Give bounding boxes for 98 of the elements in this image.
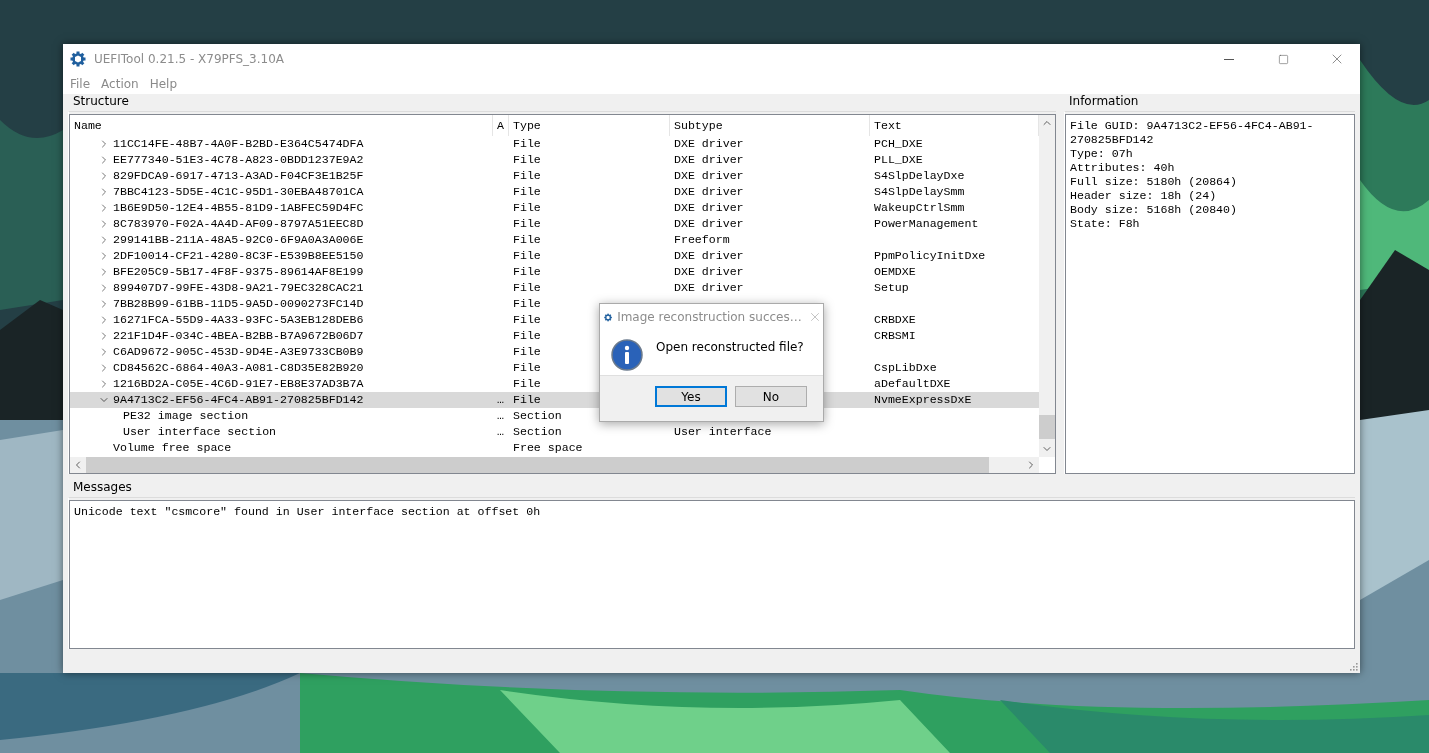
- tree-item-name: 1B6E9D50-12E4-4B55-81D9-1ABFEC59D4FC: [113, 200, 364, 216]
- tree-item-name: User interface section: [123, 424, 277, 440]
- column-header[interactable]: Name: [70, 115, 493, 136]
- table-cell-text: DXE driver: [673, 281, 744, 294]
- table-cell-text: DXE driver: [673, 201, 744, 214]
- info-icon: [611, 339, 643, 371]
- scroll-thumb[interactable]: [1039, 415, 1055, 439]
- table-cell-text: …: [496, 425, 504, 438]
- menu-item[interactable]: Help: [146, 77, 182, 91]
- table-cell-text: File: [512, 201, 541, 214]
- tree-item-name: 9A4713C2-EF56-4FC4-AB91-270825BFD142: [113, 392, 364, 408]
- tree-item-name: 2DF10014-CF21-4280-8C3F-E539B8EE5150: [113, 248, 364, 264]
- dialog-message: Open reconstructed file?: [656, 339, 804, 356]
- table-cell-text: CRBSMI: [873, 329, 916, 342]
- vertical-scrollbar[interactable]: [1039, 115, 1055, 457]
- table-cell-text: File: [512, 153, 541, 166]
- table-cell-text: S4SlpDelayDxe: [873, 169, 965, 182]
- table-cell-text: DXE driver: [673, 217, 744, 230]
- tree-item-name: 829FDCA9-6917-4713-A3AD-F04CF3E1B25F: [113, 168, 364, 184]
- table-cell-text: S4SlpDelaySmm: [873, 185, 965, 198]
- column-header[interactable]: A: [493, 115, 509, 136]
- tree-item-name: BFE205C9-5B17-4F8F-9375-89614AF8E199: [113, 264, 364, 280]
- table-cell-text: CRBDXE: [873, 313, 916, 326]
- table-cell-text: DXE driver: [673, 185, 744, 198]
- info-line: Body size: 5168h (20840): [1070, 203, 1238, 217]
- table-cell-text: aDefaultDXE: [873, 377, 951, 390]
- table-cell-text: Free space: [512, 441, 583, 454]
- table-cell-text: File: [512, 393, 541, 406]
- table-cell-text: File: [512, 345, 541, 358]
- table-cell-text: File: [512, 185, 541, 198]
- column-header[interactable]: Type: [509, 115, 670, 136]
- tree-item-name: 11CC14FE-48B7-4A0F-B2BD-E364C5474DFA: [113, 136, 364, 152]
- tree-item-name: Volume free space: [113, 440, 232, 456]
- maximize-icon: [1277, 53, 1289, 65]
- info-line: Type: 07h: [1070, 147, 1134, 161]
- tree-item-name: CD84562C-6864-40A3-A081-C8D35E82B920: [113, 360, 364, 376]
- table-cell-text: File: [512, 329, 541, 342]
- tree-item-name: C6AD9672-905C-453D-9D4E-A3E9733CB0B9: [113, 344, 364, 360]
- table-cell-text: DXE driver: [673, 265, 744, 278]
- table-cell-text: WakeupCtrlSmm: [873, 201, 965, 214]
- minimize-icon: [1224, 58, 1234, 60]
- table-cell-text: DXE driver: [673, 153, 744, 166]
- table-cell-text: File: [512, 169, 541, 182]
- menu-item[interactable]: Action: [98, 77, 143, 91]
- tree-item-name: 7BBC4123-5D5E-4C1C-95D1-30EBA48701CA: [113, 184, 364, 200]
- table-cell-text: File: [512, 265, 541, 278]
- tree-item-name: EE777340-51E3-4C78-A823-0BDD1237E9A2: [113, 152, 364, 168]
- group-label: Messages: [72, 480, 132, 496]
- tree-item-name: 299141BB-211A-48A5-92C0-6F9A0A3A006E: [113, 232, 364, 248]
- info-line: Full size: 5180h (20864): [1070, 175, 1238, 189]
- dialog-button[interactable]: No: [735, 386, 807, 407]
- column-header[interactable]: Subtype: [670, 115, 870, 136]
- table-cell-text: DXE driver: [673, 249, 744, 262]
- table-cell-text: File: [512, 217, 541, 230]
- resize-grip-icon[interactable]: [1349, 662, 1358, 671]
- table-cell-text: User interface: [673, 425, 772, 438]
- table-cell-text: PLL_DXE: [873, 153, 923, 166]
- group-label: Structure: [72, 94, 129, 110]
- info-line: Attributes: 40h: [1070, 161, 1176, 175]
- tree-item-name: 1216BD2A-C05E-4C6D-91E7-EB8E37AD3B7A: [113, 376, 364, 392]
- gear-icon: [70, 51, 86, 67]
- table-cell-text: PowerManagement: [873, 217, 979, 230]
- tree-item-name: 16271FCA-55D9-4A33-93FC-5A3EB128DEB6: [113, 312, 364, 328]
- info-line: Header size: 18h (24): [1070, 189, 1218, 203]
- table-cell-text: File: [512, 297, 541, 310]
- table-cell-text: Section: [512, 425, 562, 438]
- table-cell-text: DXE driver: [673, 169, 744, 182]
- table-cell-text: …: [496, 409, 504, 422]
- table-cell-text: File: [512, 361, 541, 374]
- dialog-button[interactable]: Yes: [655, 386, 727, 407]
- table-cell-text: Setup: [873, 281, 909, 294]
- table-cell-text: DXE driver: [673, 137, 744, 150]
- table-cell-text: File: [512, 377, 541, 390]
- menu-item[interactable]: File: [67, 77, 95, 91]
- table-cell-text: …: [496, 393, 504, 406]
- table-cell-text: CspLibDxe: [873, 361, 937, 374]
- tree-item-name: 899407D7-99FE-43D8-9A21-79EC328CAC21: [113, 280, 364, 296]
- window-title: UEFITool 0.21.5 - X79PFS_3.10A: [94, 52, 286, 66]
- table-cell-text: File: [512, 313, 541, 326]
- table-cell-text: PCH_DXE: [873, 137, 923, 150]
- info-line: File GUID: 9A4713C2-EF56-4FC4-AB91-270825BFD142: [1070, 119, 1315, 147]
- info-line: State: F8h: [1070, 217, 1141, 231]
- dialog-title: Image reconstruction succes…: [617, 310, 802, 324]
- group-label: Information: [1068, 94, 1139, 110]
- message-line: Unicode text "csmcore" found in User interface section at offset 0h: [74, 505, 542, 519]
- tree-item-name: 7BB28B99-61BB-11D5-9A5D-0090273FC14D: [113, 296, 364, 312]
- table-cell-text: Section: [512, 409, 562, 422]
- table-cell-text: OEMDXE: [873, 265, 916, 278]
- table-cell-text: NvmeExpressDxE: [873, 393, 972, 406]
- tree-item-name: 221F1D4F-034C-4BEA-B2BB-B7A9672B06D7: [113, 328, 364, 344]
- table-cell-text: PpmPolicyInitDxe: [873, 249, 986, 262]
- table-cell-text: File: [512, 281, 541, 294]
- table-cell-text: File: [512, 233, 541, 246]
- tree-item-name: 8C783970-F02A-4A4D-AF09-8797A51EEC8D: [113, 216, 364, 232]
- tree-item-name: PE32 image section: [123, 408, 249, 424]
- table-cell-text: File: [512, 249, 541, 262]
- table-cell-text: Freeform: [673, 233, 730, 246]
- table-cell-text: File: [512, 137, 541, 150]
